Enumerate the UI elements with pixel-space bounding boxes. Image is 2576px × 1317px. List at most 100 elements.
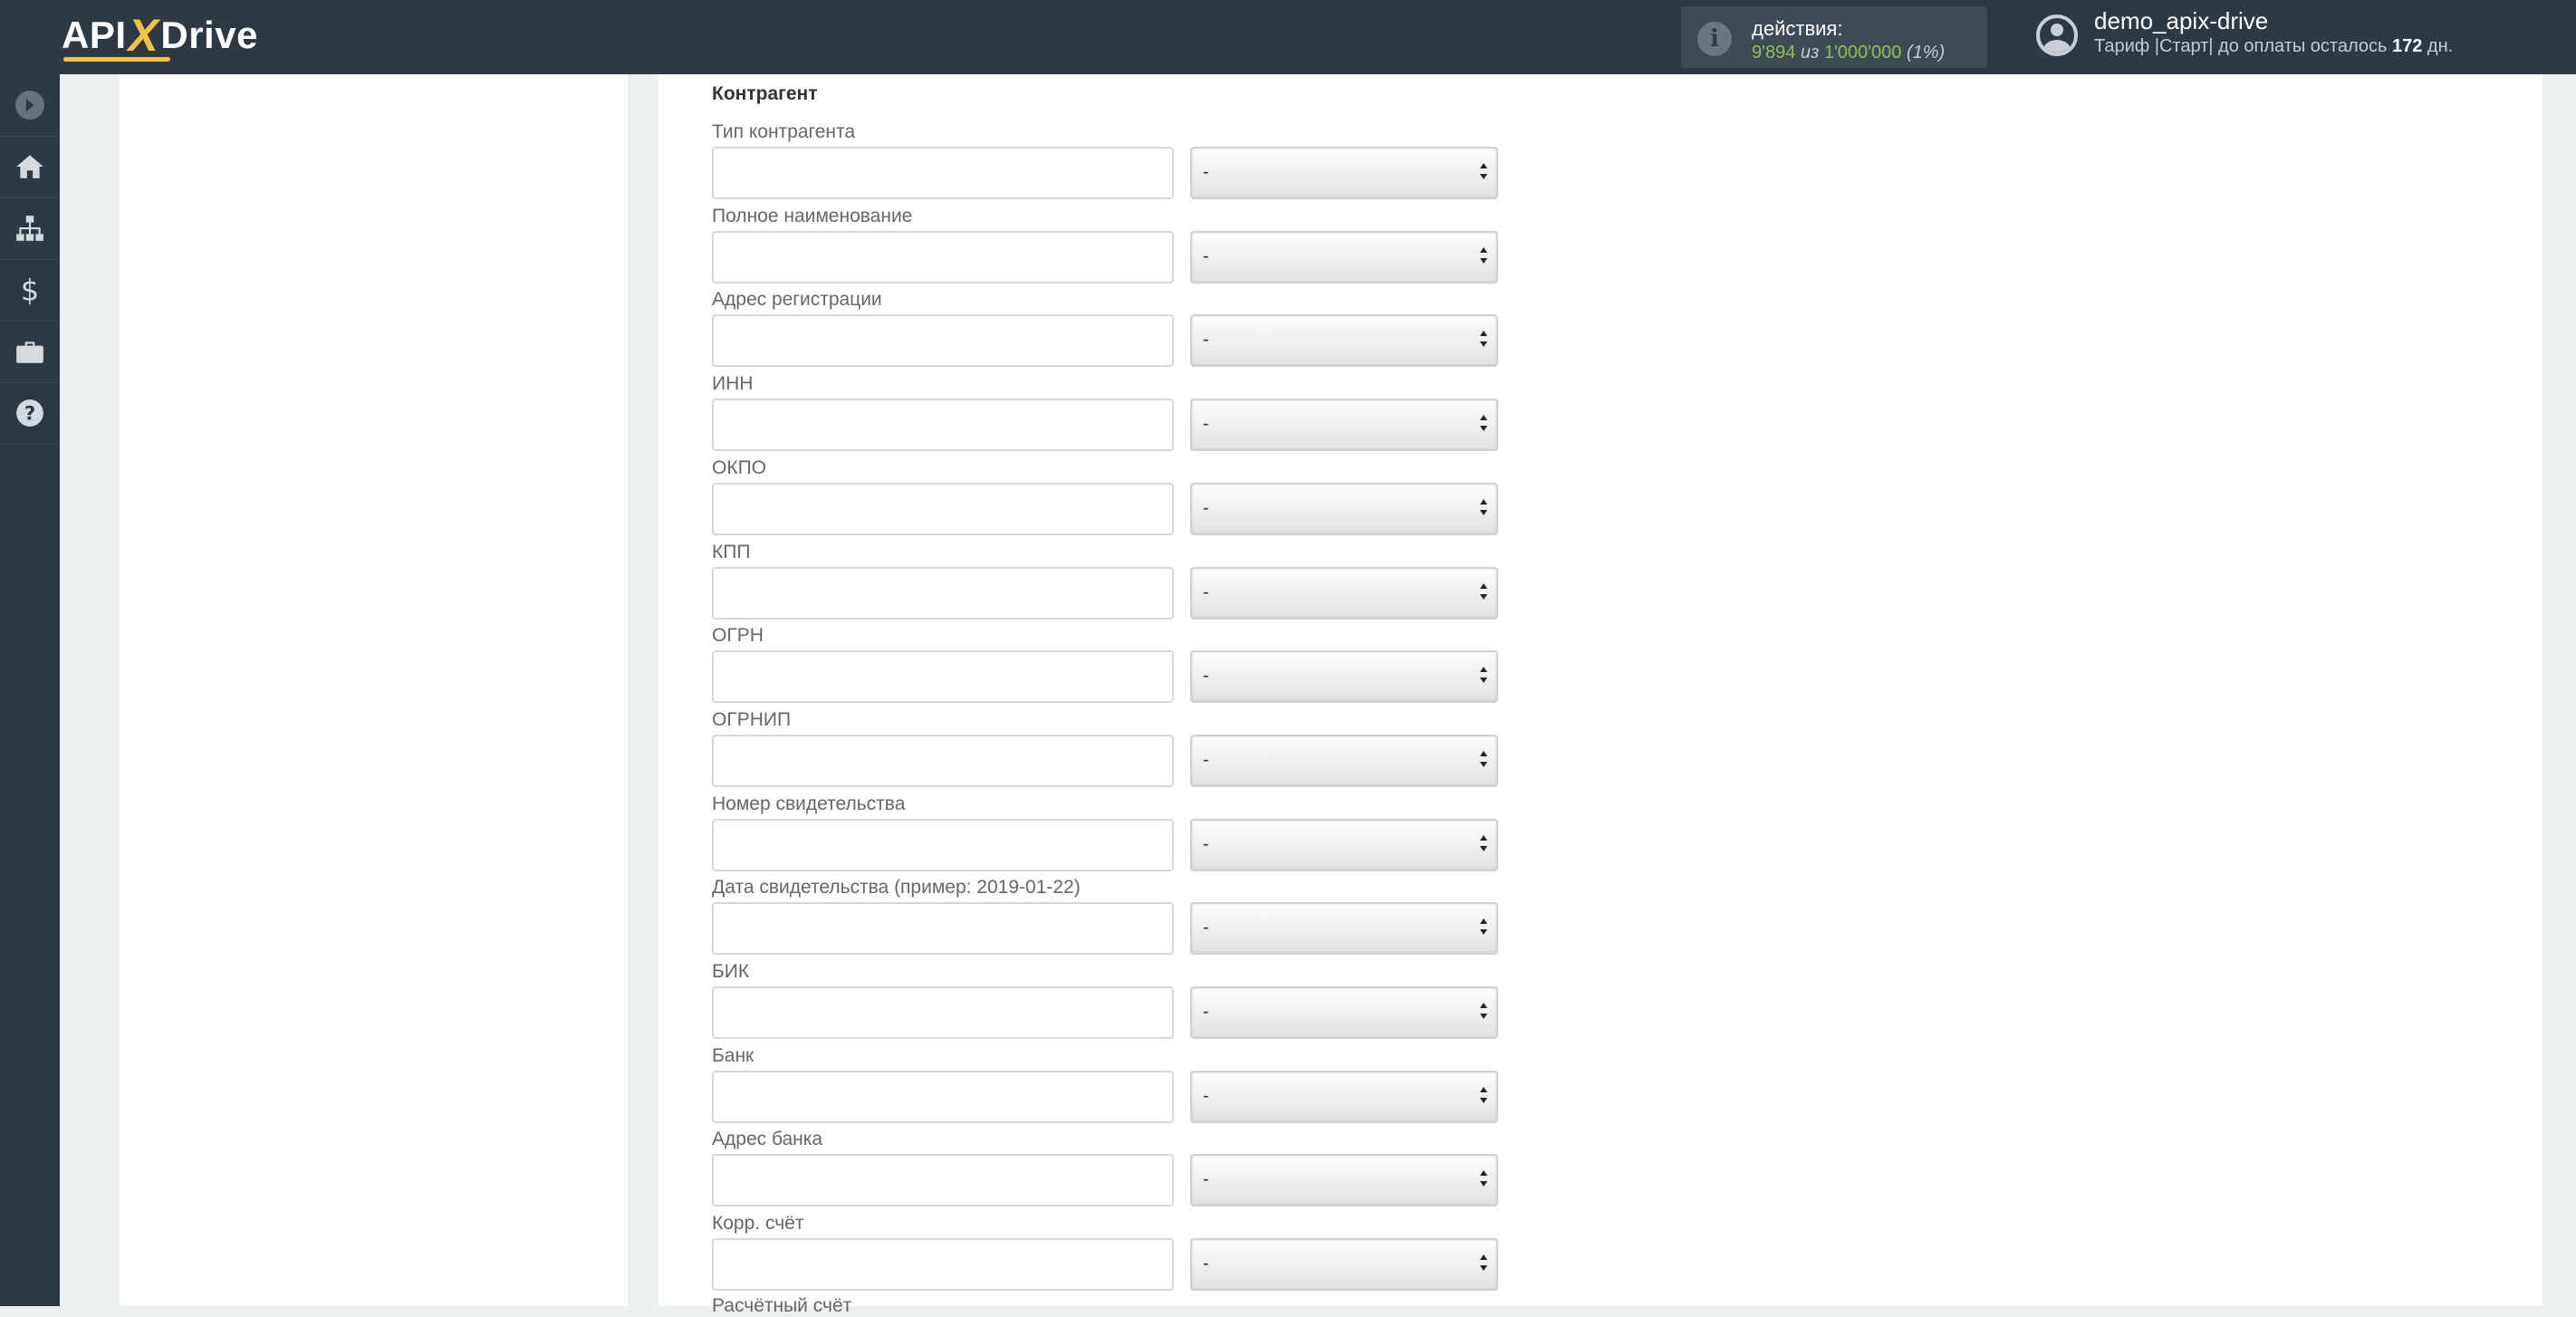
field-source-select[interactable]: - [1190, 819, 1498, 871]
field-value-input[interactable] [712, 567, 1174, 620]
field-label: ИНН [712, 373, 754, 394]
field-source-select[interactable]: - [1190, 231, 1498, 284]
field-value-input[interactable] [712, 314, 1174, 367]
logo-text-x: X [128, 10, 159, 61]
field-value-input[interactable] [712, 399, 1174, 451]
sidebar-item-help[interactable]: ? [0, 382, 60, 445]
field-value-input[interactable] [712, 483, 1174, 535]
select-value: - [1203, 750, 1209, 770]
field-source-select[interactable]: - [1190, 1154, 1498, 1206]
field-source-select[interactable]: - [1190, 567, 1498, 620]
field-label: Банк [712, 1045, 755, 1066]
select-value: - [1203, 918, 1209, 937]
sidebar-item-connections[interactable] [0, 197, 60, 260]
field-source-select[interactable]: - [1190, 399, 1498, 451]
field-label: Адрес регистрации [712, 289, 882, 310]
select-arrows-icon [1480, 667, 1487, 685]
logo-underline [63, 57, 170, 62]
briefcase-icon [16, 341, 43, 363]
home-icon [16, 155, 43, 178]
field-label: Дата свидетельства (пример: 2019-01-22) [712, 877, 1081, 898]
arrow-circle-icon [15, 91, 44, 120]
select-value: - [1203, 414, 1209, 434]
select-arrows-icon [1480, 331, 1487, 349]
field-label: Полное наименование [712, 206, 913, 226]
actions-counter[interactable]: i действия: 9'894 из 1'000'000 (1%) [1681, 6, 1987, 68]
sidebar-collapse-button[interactable] [0, 74, 60, 137]
select-arrows-icon [1480, 247, 1487, 265]
select-arrows-icon [1480, 918, 1487, 937]
select-value: - [1203, 1254, 1209, 1274]
actions-label: действия: [1752, 17, 1843, 40]
sidebar: $ ? [0, 74, 60, 1306]
field-value-input[interactable] [712, 819, 1174, 871]
plan-info: Тариф |Старт| до оплаты осталось 172 дн. [2094, 36, 2454, 56]
svg-text:$: $ [21, 274, 39, 305]
field-value-input[interactable] [712, 902, 1174, 955]
field-source-select[interactable]: - [1190, 1071, 1498, 1123]
field-label: БИК [712, 961, 750, 982]
select-arrows-icon [1480, 1255, 1487, 1273]
sidebar-item-home[interactable] [0, 136, 60, 198]
user-avatar-icon[interactable] [2036, 14, 2078, 56]
section-title: Контрагент [712, 83, 818, 104]
select-value: - [1203, 1169, 1209, 1189]
field-label-partial: Расчётный счёт [712, 1295, 852, 1316]
field-value-input[interactable] [712, 1154, 1174, 1206]
logo-text-left: API [62, 14, 127, 56]
field-value-input[interactable] [712, 650, 1174, 703]
field-label: КПП [712, 542, 751, 562]
field-value-input[interactable] [712, 1238, 1174, 1291]
select-arrows-icon [1480, 835, 1487, 853]
field-source-select[interactable]: - [1190, 1238, 1498, 1291]
field-source-select[interactable]: - [1190, 147, 1498, 199]
info-icon: i [1697, 22, 1732, 56]
field-source-select[interactable]: - [1190, 314, 1498, 367]
sitemap-icon [16, 216, 43, 241]
apixdrive-logo[interactable]: API X Drive [62, 10, 258, 62]
actions-count: 9'894 из 1'000'000 (1%) [1752, 43, 1946, 62]
select-value: - [1203, 834, 1209, 854]
field-value-input[interactable] [712, 986, 1174, 1039]
select-arrows-icon [1480, 1170, 1487, 1188]
select-arrows-icon [1480, 163, 1487, 181]
select-value: - [1203, 498, 1209, 518]
select-value: - [1203, 162, 1209, 182]
field-value-input[interactable] [712, 1071, 1174, 1123]
top-bar: API X Drive i действия: 9'894 из 1'000'000… [0, 0, 2576, 74]
field-label: ОГРН [712, 625, 764, 646]
field-label: Номер свидетельства [712, 793, 906, 814]
select-value: - [1203, 1086, 1209, 1106]
field-source-select[interactable]: - [1190, 902, 1498, 955]
select-value: - [1203, 330, 1209, 350]
username[interactable]: demo_apix-drive [2094, 7, 2268, 35]
field-source-select[interactable]: - [1190, 650, 1498, 703]
sidebar-item-billing[interactable]: $ [0, 259, 60, 322]
field-value-input[interactable] [712, 735, 1174, 787]
svg-text:?: ? [24, 402, 35, 425]
field-value-input[interactable] [712, 147, 1174, 199]
question-icon: ? [16, 399, 43, 427]
field-label: Корр. счёт [712, 1213, 804, 1234]
select-arrows-icon [1480, 499, 1487, 517]
select-arrows-icon [1480, 1087, 1487, 1105]
left-panel [120, 74, 630, 1306]
field-label: ОКПО [712, 457, 766, 478]
select-value: - [1203, 582, 1209, 602]
field-source-select[interactable]: - [1190, 483, 1498, 535]
field-source-select[interactable]: - [1190, 986, 1498, 1039]
select-arrows-icon [1480, 751, 1487, 769]
field-label: Адрес банка [712, 1129, 823, 1149]
field-value-input[interactable] [712, 231, 1174, 284]
select-value: - [1203, 666, 1209, 686]
select-arrows-icon [1480, 415, 1487, 433]
select-arrows-icon [1480, 1003, 1487, 1021]
field-source-select[interactable]: - [1190, 735, 1498, 787]
field-label: Тип контрагента [712, 121, 856, 142]
field-label: ОГРНИП [712, 709, 792, 730]
select-value: - [1203, 246, 1209, 266]
sidebar-item-services[interactable] [0, 321, 60, 383]
select-arrows-icon [1480, 583, 1487, 601]
logo-text-right: Drive [160, 14, 258, 56]
dollar-icon: $ [21, 274, 39, 305]
